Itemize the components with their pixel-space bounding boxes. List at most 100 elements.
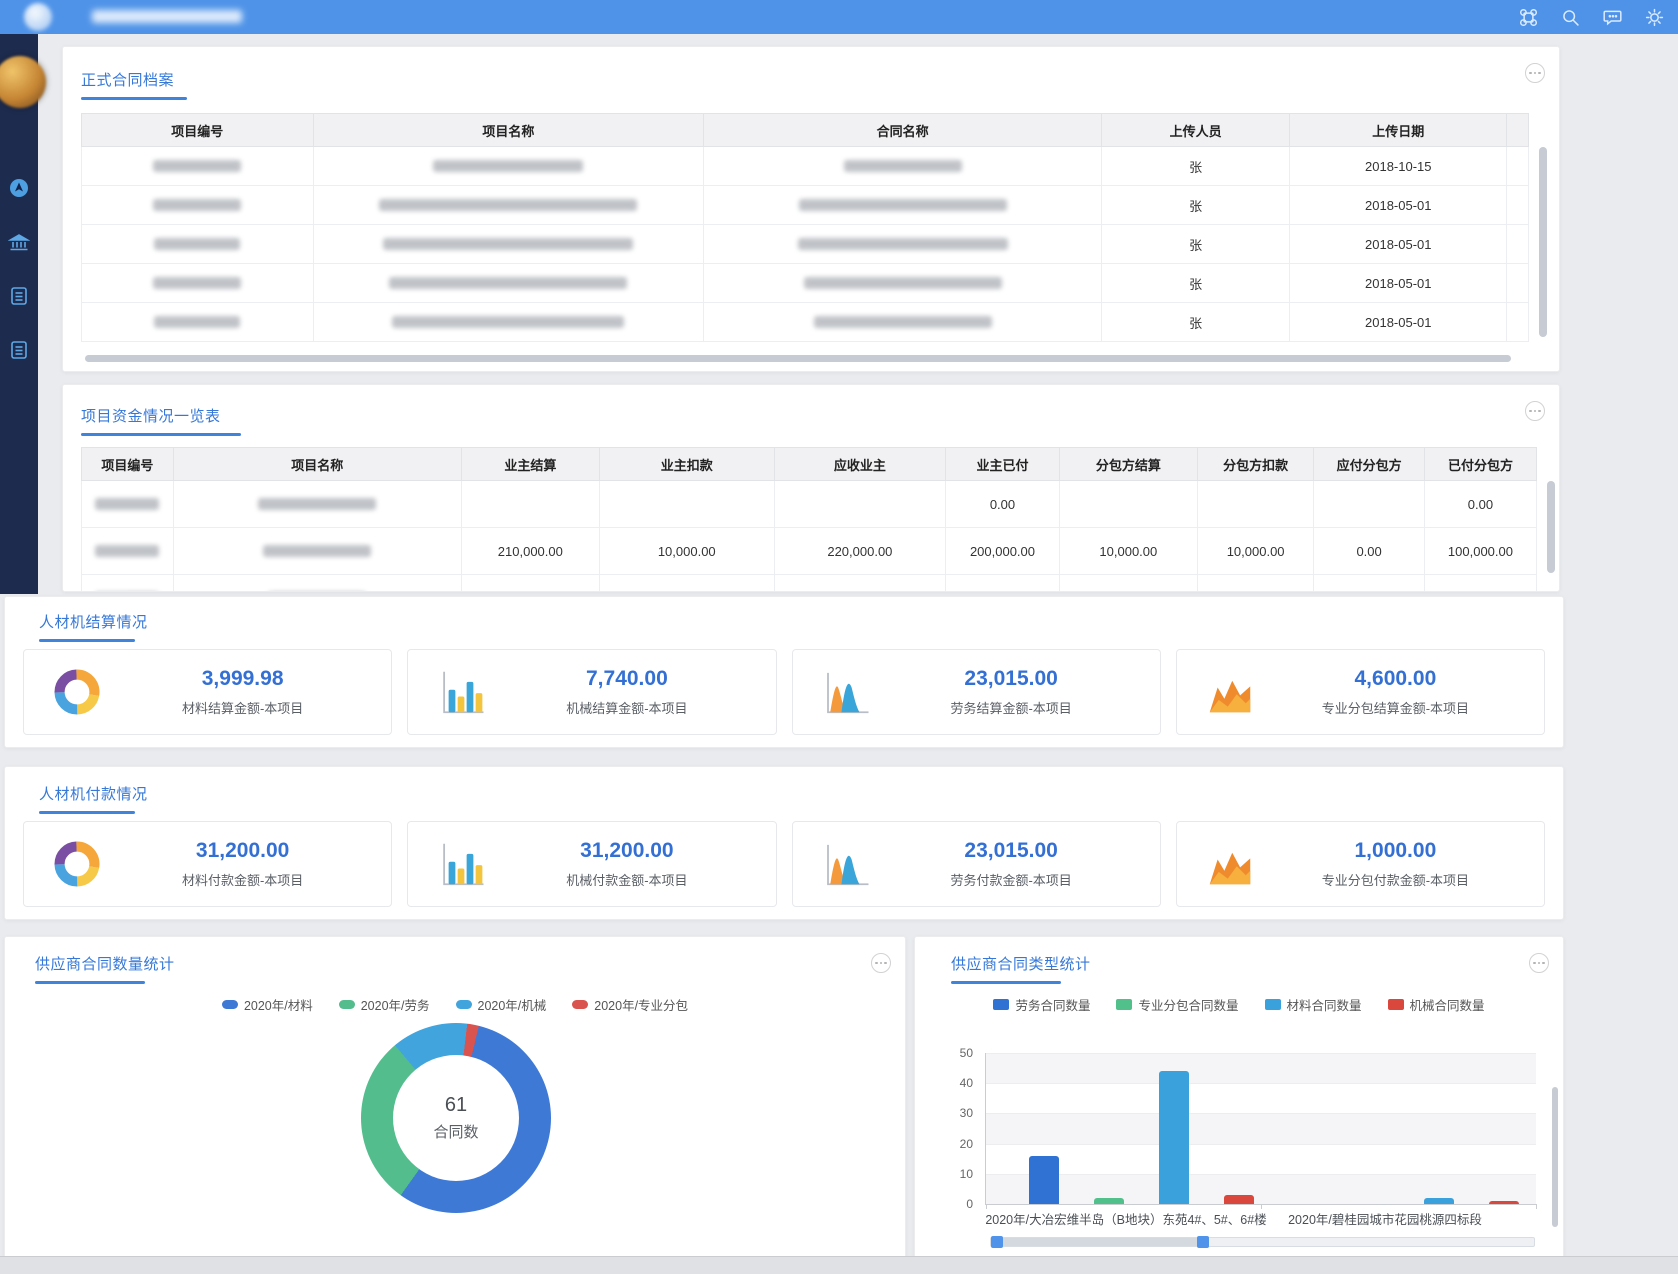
y-axis-tick-label: 50 [959, 1046, 973, 1060]
bar-chart-y-axis: 0 10 20 30 40 50 [941, 1046, 979, 1211]
command-grid-icon[interactable] [1516, 5, 1540, 29]
redacted-cell [703, 146, 1103, 186]
column-header: 项目名称 [172, 447, 462, 481]
column-header: 合同名称 [703, 113, 1103, 147]
vertical-scrollbar[interactable] [1552, 1087, 1558, 1227]
bar-chart-icon [434, 837, 488, 891]
bar-1[interactable] [1029, 1155, 1059, 1204]
empty-cell [1506, 263, 1529, 303]
stat-card: 31,200.00 机械付款金额-本项目 [407, 821, 777, 907]
bar-chart-plot [985, 1053, 1537, 1209]
stat-card: 23,015.00 劳务付款金额-本项目 [791, 821, 1161, 907]
redacted-text [392, 316, 625, 328]
settings-icon[interactable] [1642, 5, 1666, 29]
stat-label: 专业分包结算金额-本项目 [1321, 701, 1470, 716]
stat-value: 4,600.00 [1354, 667, 1437, 690]
redacted-cell [172, 574, 462, 591]
legend-label: 机械合同数量 [1409, 999, 1485, 1013]
stat-label: 机械付款金额-本项目 [566, 873, 688, 888]
redacted-text [258, 498, 377, 510]
x-axis-tick [986, 1204, 987, 1209]
stat-card-body: 23,015.00 劳务结算金额-本项目 [873, 667, 1150, 717]
stat-value: 31,200.00 [195, 839, 290, 862]
payment-panel: 人材机付款情况 31,200.00 材料付款金额-本项目 31,200.00 机械付款… [4, 766, 1564, 920]
table-row[interactable]: 张 2018-05-01 [81, 263, 1529, 303]
column-header-empty [1506, 113, 1529, 147]
redacted-cell [81, 224, 314, 264]
legend-item[interactable]: 专业分包合同数量 [1116, 995, 1239, 1014]
donut-chart-icon [50, 837, 104, 891]
supplier-type-panel: 供应商合同类型统计 劳务合同数量 专业分包合同数量 材料合同数量 机械合同数量 0 10… [914, 936, 1564, 1258]
redacted-cell [81, 574, 174, 591]
document-icon[interactable] [8, 285, 30, 307]
table-row[interactable]: 210,000.00 10,000.00 220,000.00 200,000.00 1… [81, 527, 1538, 575]
vertical-scrollbar[interactable] [1547, 481, 1555, 573]
table-row[interactable]: 张 2018-05-01 [81, 224, 1529, 264]
funds-panel: 项目资金情况一览表 项目编号 项目名称 业主结算 业主扣款 应收业主 业主已付 分包方结算分… [62, 384, 1560, 592]
stat-card-body: 31,200.00 材料付款金额-本项目 [104, 839, 381, 889]
column-header: 应付分包方 [1313, 447, 1425, 481]
horizontal-scrollbar[interactable] [85, 355, 1511, 362]
amount-cell: 0.00 [1423, 480, 1538, 528]
bar-3[interactable] [1424, 1197, 1454, 1204]
table-row[interactable]: 0.00 0.00 [81, 480, 1538, 528]
bank-icon[interactable] [8, 232, 30, 254]
amount-cell [460, 574, 600, 591]
amount-cell [1196, 480, 1315, 528]
redacted-cell [312, 263, 705, 303]
panel-title: 正式合同档案 [81, 72, 175, 89]
datazoom-handle-right[interactable] [1197, 1236, 1209, 1248]
y-axis-tick-label: 40 [959, 1076, 973, 1091]
redacted-cell [81, 146, 314, 186]
amount-cell: 10,000.00 [1196, 527, 1315, 575]
stat-card-body: 7,740.00 机械结算金额-本项目 [488, 667, 765, 717]
dashboard-page: 正式合同档案 项目编号 项目名称 合同名称 上传人员 上传日期 张 2018-10-15 张… [0, 0, 1678, 1274]
empty-cell [1506, 185, 1529, 225]
legend-item[interactable]: 2020年/机械 [455, 995, 547, 1014]
table-row[interactable]: 张 2018-05-01 [81, 185, 1529, 225]
bar-2[interactable] [1094, 1197, 1124, 1204]
redacted-text [843, 160, 962, 172]
table-row[interactable]: 张 2018-10-15 [81, 146, 1529, 186]
bar-4[interactable] [1224, 1194, 1254, 1204]
empty-cell [1506, 224, 1529, 264]
search-icon[interactable] [1558, 5, 1582, 29]
stat-card-body: 31,200.00 机械付款金额-本项目 [488, 839, 765, 889]
redacted-cell [703, 224, 1103, 264]
column-header: 业主扣款 [598, 447, 775, 481]
amount-cell [773, 480, 947, 528]
more-options-icon[interactable] [1525, 63, 1545, 83]
vertical-scrollbar[interactable] [1539, 147, 1547, 337]
redacted-text [95, 498, 160, 510]
bar-4[interactable] [1489, 1200, 1519, 1204]
more-options-icon[interactable] [1529, 953, 1549, 973]
legend-item[interactable]: 2020年/劳务 [338, 995, 430, 1014]
bar-3[interactable] [1159, 1071, 1189, 1204]
title-underline [81, 97, 187, 100]
contracts-table: 项目编号 项目名称 合同名称 上传人员 上传日期 张 2018-10-15 张 2018-05… [81, 113, 1529, 342]
more-options-icon[interactable] [1525, 401, 1545, 421]
datazoom-slider[interactable] [990, 1236, 1535, 1248]
legend-marker [338, 1000, 355, 1009]
datazoom-selected-range[interactable] [995, 1238, 1203, 1246]
legend-item[interactable]: 机械合同数量 [1387, 995, 1485, 1014]
amount-cell: 0.00 [945, 480, 1060, 528]
more-options-icon[interactable] [871, 953, 891, 973]
legend-label: 2020年/机械 [477, 999, 547, 1013]
legend-item[interactable]: 2020年/材料 [221, 995, 313, 1014]
legend-item[interactable]: 2020年/专业分包 [572, 995, 688, 1014]
stat-label: 材料付款金额-本项目 [181, 873, 304, 888]
legend-item[interactable]: 材料合同数量 [1264, 995, 1362, 1014]
datazoom-handle-left[interactable] [991, 1236, 1003, 1248]
legend-item[interactable]: 劳务合同数量 [993, 995, 1090, 1014]
message-icon[interactable] [1600, 5, 1624, 29]
user-avatar[interactable] [0, 56, 46, 108]
redacted-cell [703, 263, 1103, 303]
peaks-chart-icon [819, 665, 873, 719]
compass-icon[interactable] [8, 177, 30, 199]
table-row[interactable]: 张 2018-05-01 [81, 302, 1529, 342]
redacted-text [153, 199, 242, 211]
document-icon[interactable] [8, 339, 30, 361]
redacted-cell [312, 146, 705, 186]
table-row[interactable] [81, 574, 1538, 591]
